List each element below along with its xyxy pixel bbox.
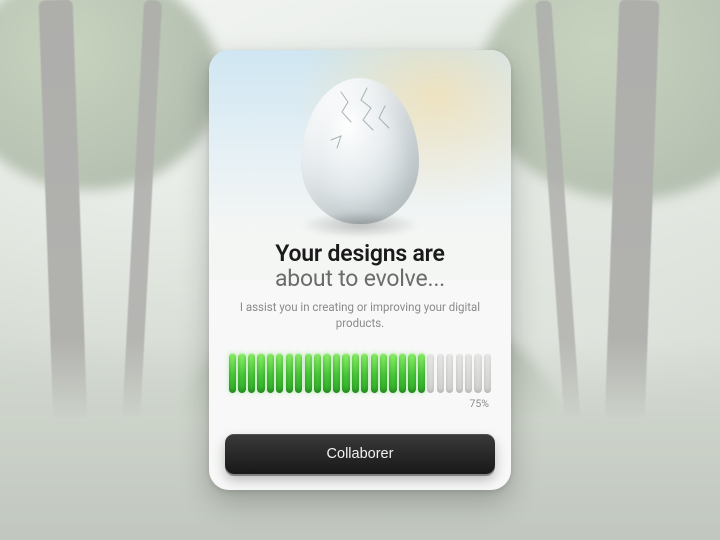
progress-segment	[286, 353, 293, 393]
progress-segment	[427, 353, 434, 393]
card-title-line2: about to evolve...	[225, 265, 495, 292]
page-background: Your designs are about to evolve... I as…	[0, 0, 720, 540]
progress-segment	[238, 353, 245, 393]
progress-segment	[276, 353, 283, 393]
egg-shadow	[300, 212, 420, 238]
progress-percent-label: 75%	[470, 397, 490, 410]
progress-segment	[456, 353, 463, 393]
progress-segment	[229, 353, 236, 393]
progress-segment	[352, 353, 359, 393]
onboarding-card: Your designs are about to evolve... I as…	[209, 50, 511, 490]
progress-segment	[248, 353, 255, 393]
progress-segment	[418, 353, 425, 393]
progress-segment	[437, 353, 444, 393]
progress-segment	[399, 353, 406, 393]
progress-segment	[267, 353, 274, 393]
collaborate-button[interactable]: Collaborer	[225, 434, 495, 474]
progress-segment	[380, 353, 387, 393]
progress-segment	[361, 353, 368, 393]
progress-segment	[446, 353, 453, 393]
progress-segment	[342, 353, 349, 393]
progress-segment	[484, 353, 491, 393]
progress-segment	[408, 353, 415, 393]
card-subtitle: I assist you in creating or improving yo…	[209, 300, 511, 331]
hero-illustration	[301, 78, 419, 224]
progress-segment	[474, 353, 481, 393]
card-title-line1: Your designs are	[225, 240, 495, 267]
progress-segment	[257, 353, 264, 393]
progress-segment	[465, 353, 472, 393]
progress-segment	[305, 353, 312, 393]
progress-segment	[314, 353, 321, 393]
progress-segment	[295, 353, 302, 393]
progress-segment	[389, 353, 396, 393]
progress-segment	[371, 353, 378, 393]
progress-segment	[333, 353, 340, 393]
cracking-egg-icon	[301, 78, 419, 224]
progress-bar	[229, 353, 491, 393]
progress-segment	[323, 353, 330, 393]
